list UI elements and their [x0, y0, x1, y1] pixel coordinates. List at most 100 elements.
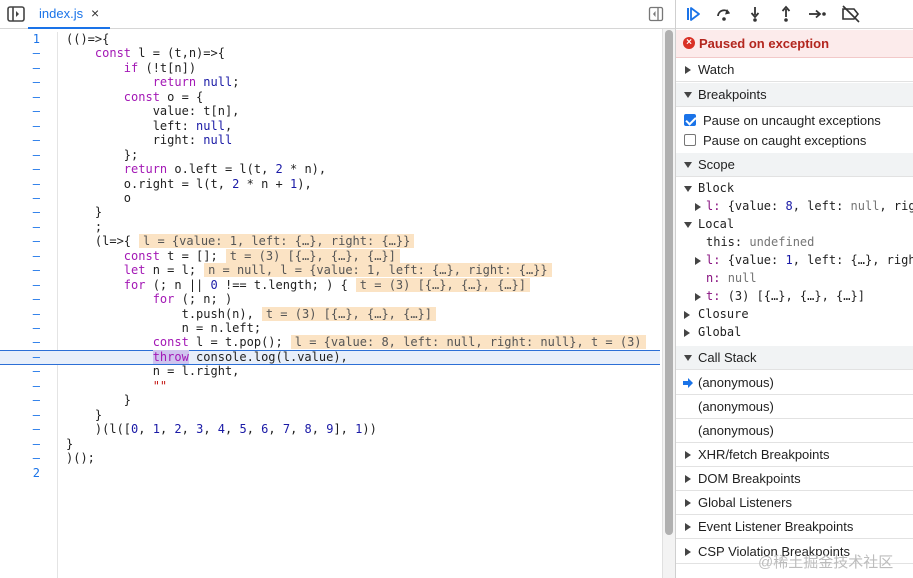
line-number[interactable]: – [0, 119, 40, 134]
code-line[interactable]: – ; [0, 220, 660, 235]
section-watch[interactable]: Watch [676, 58, 913, 82]
code-line[interactable]: – right: null [0, 133, 660, 148]
code-line[interactable]: – o.right = l(t, 2 * n + 1), [0, 177, 660, 192]
scope-entry[interactable]: Local [676, 216, 913, 233]
step-into-icon[interactable] [744, 4, 766, 24]
line-number[interactable]: – [0, 104, 40, 119]
code-line[interactable]: – "" [0, 379, 660, 394]
call-frame[interactable]: (anonymous) [676, 419, 913, 443]
code-line[interactable]: – value: t[n], [0, 104, 660, 119]
line-number[interactable]: – [0, 191, 40, 206]
line-number[interactable]: 1 [0, 32, 40, 47]
code-line[interactable]: – return o.left = l(t, 2 * n), [0, 162, 660, 177]
pause-uncaught-checkbox[interactable] [684, 114, 696, 126]
line-number[interactable]: – [0, 46, 40, 61]
code-line[interactable]: – return null; [0, 75, 660, 90]
section-event-listener-breakpoints[interactable]: Event Listener Breakpoints [676, 515, 913, 539]
line-number[interactable]: – [0, 220, 40, 235]
line-number[interactable]: – [0, 177, 40, 192]
line-number[interactable]: – [0, 408, 40, 423]
code-line[interactable]: – if (!t[n]) [0, 61, 660, 76]
line-number[interactable]: – [0, 133, 40, 148]
line-number[interactable]: – [0, 75, 40, 90]
line-number[interactable]: – [0, 451, 40, 466]
line-number[interactable]: – [0, 148, 40, 163]
line-number[interactable]: – [0, 249, 40, 264]
line-number[interactable]: – [0, 422, 40, 437]
line-number[interactable]: – [0, 321, 40, 336]
code-line[interactable]: – n = l.right, [0, 364, 660, 379]
current-execution-line[interactable]: – throw console.log(l.value), [0, 349, 660, 365]
line-number[interactable]: – [0, 263, 40, 278]
code-line[interactable]: – for (; n; ) [0, 292, 660, 307]
code-line[interactable]: – n = n.left; [0, 321, 660, 336]
section-breakpoints[interactable]: Breakpoints [676, 83, 913, 107]
scope-entry[interactable]: n: null [676, 270, 913, 287]
line-number[interactable]: – [0, 307, 40, 322]
step-out-icon[interactable] [775, 4, 797, 24]
line-number[interactable]: – [0, 292, 40, 307]
code-line[interactable]: –)(); [0, 451, 660, 466]
resume-icon[interactable] [682, 4, 704, 24]
code-line[interactable]: – left: null, [0, 119, 660, 134]
scope-entry[interactable]: Global [676, 324, 913, 341]
tab-index-js[interactable]: index.js × [28, 0, 110, 29]
code-line[interactable]: – o [0, 191, 660, 206]
pause-uncaught-row[interactable]: Pause on uncaught exceptions [676, 110, 913, 130]
scope-entry[interactable]: l: {value: 8, left: null, rig [676, 198, 913, 215]
call-frame[interactable]: (anonymous) [676, 395, 913, 419]
code-line[interactable]: – const o = { [0, 90, 660, 105]
line-number[interactable]: – [0, 61, 40, 76]
line-number[interactable]: 2 [0, 466, 40, 481]
section-xhr-breakpoints[interactable]: XHR/fetch Breakpoints [676, 443, 913, 467]
code-line[interactable]: – let n = l; n = null, l = {value: 1, lef… [0, 263, 660, 278]
code-line[interactable]: –} [0, 437, 660, 452]
code-line[interactable]: – const l = t.pop(); l = {value: 8, left:… [0, 335, 660, 350]
navigator-toggle-icon[interactable] [6, 5, 26, 23]
pause-caught-row[interactable]: Pause on caught exceptions [676, 130, 913, 150]
scope-entry[interactable]: Closure [676, 306, 913, 323]
scope-entry[interactable]: this: undefined [676, 234, 913, 251]
code-line[interactable]: – const t = []; t = (3) [{…}, {…}, {…}] [0, 248, 660, 264]
line-number[interactable]: – [0, 364, 40, 379]
section-scope[interactable]: Scope [676, 153, 913, 177]
code-line[interactable]: – }; [0, 148, 660, 163]
code-line[interactable]: – for (; n || 0 !== t.length; ) {t = (3)… [0, 277, 660, 293]
step-icon[interactable] [806, 4, 828, 24]
section-dom-breakpoints[interactable]: DOM Breakpoints [676, 467, 913, 491]
line-number[interactable]: – [0, 205, 40, 220]
code-line[interactable]: – t.push(n), t = (3) [{…}, {…}, {…}] [0, 306, 660, 322]
code-line[interactable]: – } [0, 393, 660, 408]
code-text: } [66, 205, 103, 220]
call-frame[interactable]: (anonymous) [676, 371, 913, 395]
code-area[interactable]: 1 (()=>{– const l = (t,n)=>{– if (!t[n]) –… [0, 32, 662, 578]
line-number[interactable]: – [0, 162, 40, 177]
code-line[interactable]: – (l=>{l = {value: 1, left: {…}, right: … [0, 234, 660, 249]
line-number[interactable]: – [0, 335, 40, 350]
line-number[interactable]: – [0, 393, 40, 408]
line-number[interactable]: – [0, 379, 40, 394]
code-line[interactable]: – const l = (t,n)=>{ [0, 46, 660, 61]
editor-scrollbar-thumb[interactable] [665, 30, 673, 535]
code-line[interactable]: 1 (()=>{ [0, 32, 660, 47]
line-number[interactable]: – [0, 350, 40, 364]
code-line[interactable]: – } [0, 408, 660, 423]
line-number[interactable]: – [0, 90, 40, 105]
code-line[interactable]: – )(l([0, 1, 2, 3, 4, 5, 6, 7, 8, 9], 1)… [0, 422, 660, 437]
line-number[interactable]: – [0, 437, 40, 452]
pause-caught-checkbox[interactable] [684, 134, 696, 146]
section-global-listeners[interactable]: Global Listeners [676, 491, 913, 515]
step-over-icon[interactable] [713, 4, 735, 24]
line-number[interactable]: – [0, 234, 40, 249]
scope-entry[interactable]: t: (3) [{…}, {…}, {…}] [676, 288, 913, 305]
deactivate-breakpoints-icon[interactable] [840, 4, 862, 24]
debugger-sidebar-toggle-icon[interactable] [648, 6, 664, 22]
close-icon[interactable]: × [91, 6, 99, 21]
code-line[interactable]: 2 [0, 466, 660, 481]
section-call-stack[interactable]: Call Stack [676, 346, 913, 370]
code-line[interactable]: – } [0, 205, 660, 220]
scope-entry[interactable]: Block [676, 180, 913, 197]
scope-entry[interactable]: l: {value: 1, left: {…}, righ [676, 252, 913, 269]
editor-scrollbar[interactable] [662, 29, 675, 578]
line-number[interactable]: – [0, 278, 40, 293]
